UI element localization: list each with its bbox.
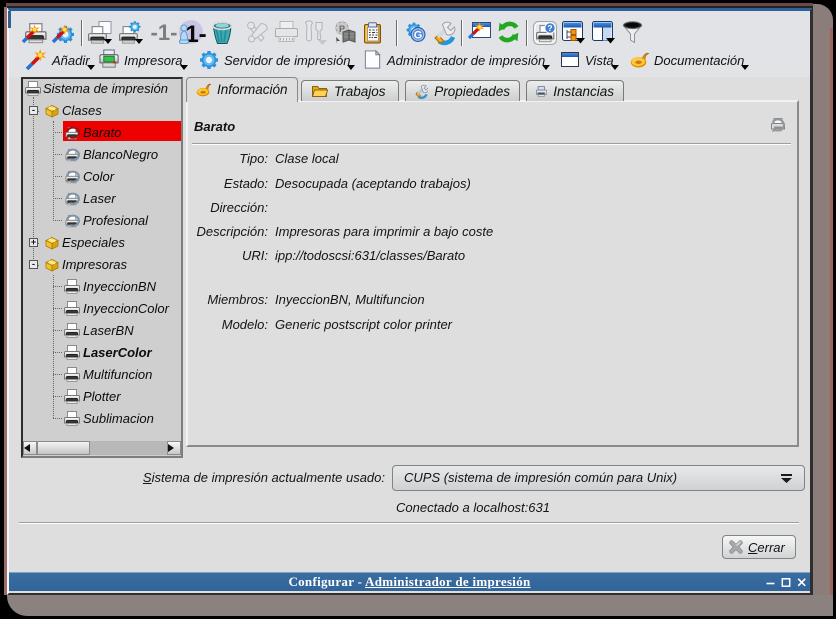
svg-text:-1-: -1- <box>151 20 178 45</box>
svg-text:1-: 1- <box>185 21 206 48</box>
svg-text:G: G <box>414 30 423 42</box>
svg-text:?: ? <box>547 23 552 33</box>
